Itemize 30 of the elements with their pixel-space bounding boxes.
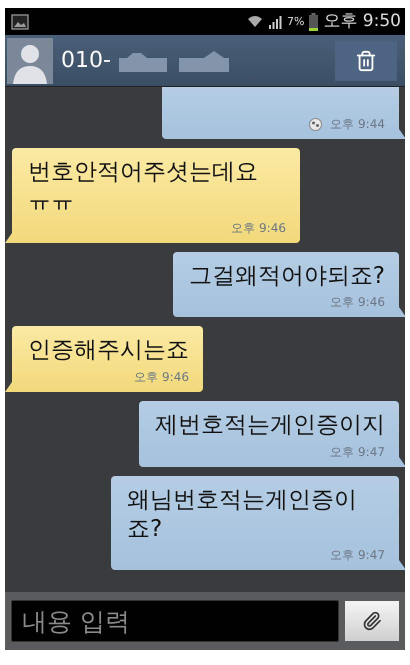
attach-button[interactable] — [345, 601, 399, 641]
bubble-tail — [399, 129, 405, 139]
message-time: 오후 9:47 — [330, 547, 385, 564]
bubble-tail — [5, 232, 12, 242]
clock: 오후 9:50 — [323, 13, 401, 30]
bubble-tail — [5, 382, 12, 392]
message-text: 인증해주시는죠 — [28, 336, 189, 365]
wifi-icon — [246, 14, 263, 30]
delete-button[interactable] — [335, 40, 397, 80]
message-time: 오후 9:47 — [330, 444, 385, 461]
bubble-tail — [399, 307, 405, 318]
message-time: 오후 9:46 — [231, 220, 286, 236]
trash-icon — [355, 50, 377, 72]
message-input[interactable]: 내용 입력 — [11, 600, 339, 642]
message-text: 제번호적는게인증이지 — [155, 411, 385, 440]
paperclip-icon — [362, 611, 382, 631]
avatar[interactable] — [7, 38, 53, 84]
bubble-tail — [399, 456, 405, 467]
message-time: 오후 9:46 — [134, 369, 189, 386]
message-time: 오후 9:44 — [330, 116, 385, 133]
battery-percent: 7% — [286, 16, 304, 27]
message-text: 그걸왜적어야되죠? — [188, 262, 385, 290]
contact-number: 010- — [61, 48, 111, 73]
signal-icon — [268, 14, 282, 28]
message-time: 오후 9:46 — [330, 294, 385, 312]
message-text: 번호안적어주셧는데요 ㅠㅠ — [28, 158, 259, 216]
gallery-icon — [11, 14, 29, 30]
battery-icon — [309, 12, 318, 30]
bubble-tail — [399, 560, 405, 570]
message-text: 왜님번호적는게인증이죠? — [127, 486, 358, 544]
